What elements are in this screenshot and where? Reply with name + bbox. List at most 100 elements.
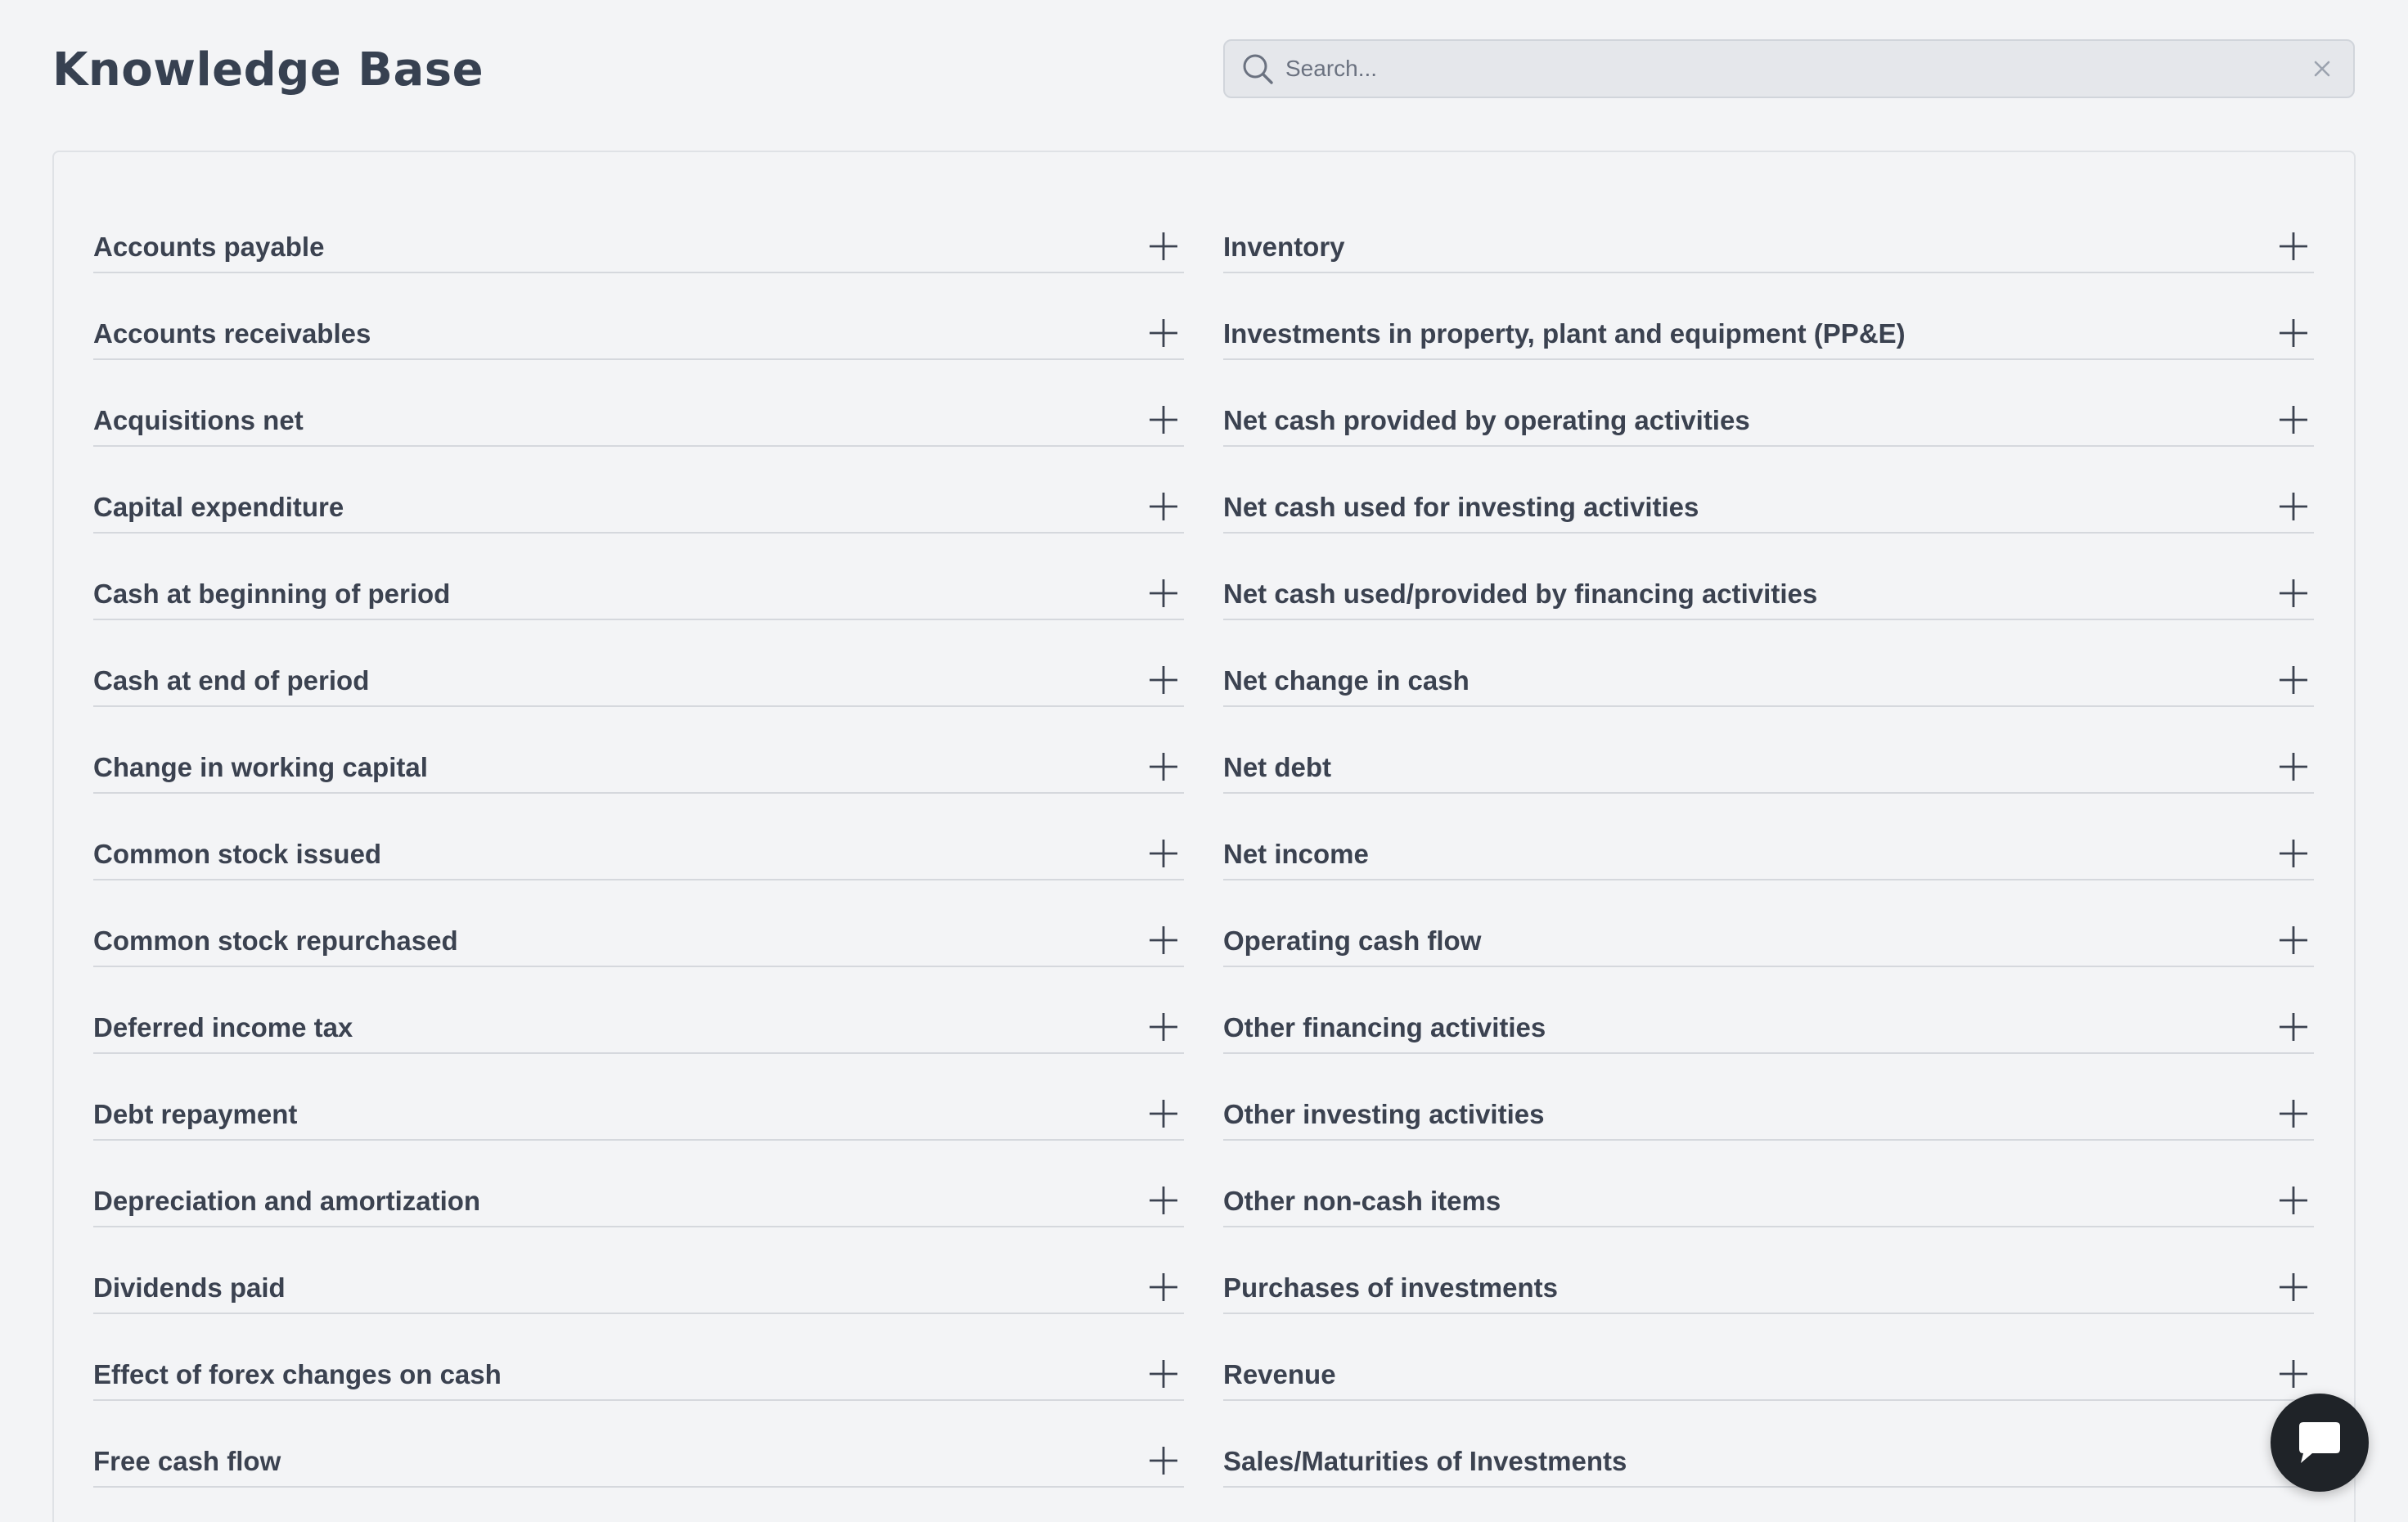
accordion-item-label: Common stock issued: [93, 839, 382, 869]
accordion-item-label: Accounts payable: [93, 232, 325, 262]
accordion-item[interactable]: Net change in cash: [1223, 620, 2314, 707]
accordion-item-label: Debt repayment: [93, 1099, 298, 1129]
accordion-item-label: Net debt: [1223, 752, 1331, 782]
accordion-item-label: Cash at end of period: [93, 665, 370, 696]
plus-icon[interactable]: [2278, 491, 2309, 522]
accordion-item[interactable]: Revenue: [1223, 1314, 2314, 1401]
accordion-item-label: Other financing activities: [1223, 1012, 1546, 1042]
chat-bubble-icon: [2299, 1422, 2340, 1463]
accordion-item[interactable]: Acquisitions net: [93, 360, 1184, 447]
accordion-item-label: Investments in property, plant and equip…: [1223, 318, 1906, 349]
accordion-item[interactable]: Net income: [1223, 794, 2314, 880]
plus-icon[interactable]: [2278, 1011, 2309, 1042]
accordion-item[interactable]: Common stock issued: [93, 794, 1184, 880]
accordion-item[interactable]: Accounts payable: [93, 187, 1184, 273]
plus-icon[interactable]: [2278, 231, 2309, 262]
plus-icon[interactable]: [2278, 664, 2309, 696]
accordion-item[interactable]: Deferred income tax: [93, 967, 1184, 1054]
accordion-item[interactable]: Net debt: [1223, 707, 2314, 794]
accordion-item-label: Sales/Maturities of Investments: [1223, 1446, 1627, 1476]
close-icon[interactable]: [2311, 57, 2334, 80]
plus-icon[interactable]: [1148, 578, 1179, 609]
accordion-item-label: Net cash used for investing activities: [1223, 492, 1699, 522]
accordion-item-label: Dividends paid: [93, 1272, 286, 1303]
plus-icon[interactable]: [2278, 1358, 2309, 1389]
accordion-item[interactable]: Sales/Maturities of Investments: [1223, 1401, 2314, 1488]
plus-icon[interactable]: [2278, 1185, 2309, 1216]
plus-icon[interactable]: [2278, 925, 2309, 956]
accordion-item-label: Purchases of investments: [1223, 1272, 1558, 1303]
accordion-item[interactable]: Change in working capital: [93, 707, 1184, 794]
accordion-item[interactable]: Depreciation and amortization: [93, 1141, 1184, 1227]
accordion-item[interactable]: Cash at end of period: [93, 620, 1184, 707]
plus-icon[interactable]: [1148, 751, 1179, 782]
chat-button[interactable]: [2271, 1394, 2369, 1492]
accordion-item[interactable]: Accounts receivables: [93, 273, 1184, 360]
accordion-item-label: Free cash flow: [93, 1446, 281, 1476]
accordion-item-label: Net cash used/provided by financing acti…: [1223, 579, 1818, 609]
plus-icon[interactable]: [1148, 925, 1179, 956]
page-title: Knowledge Base: [52, 43, 484, 97]
accordion-item[interactable]: Other non-cash items: [1223, 1141, 2314, 1227]
knowledge-base-page: Knowledge Base Accounts payableAccounts …: [0, 0, 2408, 1522]
plus-icon[interactable]: [2278, 578, 2309, 609]
accordion-item-label: Capital expenditure: [93, 492, 344, 522]
plus-icon[interactable]: [2278, 1098, 2309, 1129]
right-column: Inventory Investments in property, plant …: [1223, 187, 2314, 1488]
search-icon: [1243, 54, 1273, 84]
accordion-item[interactable]: Net cash used for investing activities: [1223, 447, 2314, 534]
plus-icon[interactable]: [2278, 317, 2309, 349]
accordion-item-label: Revenue: [1223, 1359, 1336, 1389]
plus-icon[interactable]: [2278, 751, 2309, 782]
accordion-item-label: Deferred income tax: [93, 1012, 353, 1042]
accordion-item-label: Net change in cash: [1223, 665, 1470, 696]
plus-icon[interactable]: [2278, 838, 2309, 869]
plus-icon[interactable]: [1148, 1358, 1179, 1389]
plus-icon[interactable]: [1148, 1011, 1179, 1042]
search-input[interactable]: [1276, 41, 2311, 97]
accordion-item[interactable]: Common stock repurchased: [93, 880, 1184, 967]
plus-icon[interactable]: [1148, 231, 1179, 262]
accordion-item-label: Cash at beginning of period: [93, 579, 451, 609]
accordion-item-label: Other investing activities: [1223, 1099, 1545, 1129]
plus-icon[interactable]: [1148, 1272, 1179, 1303]
accordion-item-label: Depreciation and amortization: [93, 1186, 481, 1216]
left-column: Accounts payable Accounts receivables Acqu…: [93, 187, 1184, 1488]
accordion-item[interactable]: Dividends paid: [93, 1227, 1184, 1314]
accordion-item[interactable]: Inventory: [1223, 187, 2314, 273]
accordion-item-label: Inventory: [1223, 232, 1345, 262]
knowledge-base-list: Accounts payable Accounts receivables Acqu…: [52, 151, 2356, 1522]
accordion-item[interactable]: Net cash used/provided by financing acti…: [1223, 534, 2314, 620]
accordion-item[interactable]: Other investing activities: [1223, 1054, 2314, 1141]
plus-icon[interactable]: [1148, 664, 1179, 696]
plus-icon[interactable]: [1148, 1445, 1179, 1476]
accordion-item-label: Change in working capital: [93, 752, 428, 782]
plus-icon[interactable]: [2278, 404, 2309, 435]
plus-icon[interactable]: [1148, 1098, 1179, 1129]
plus-icon[interactable]: [1148, 838, 1179, 869]
accordion-item[interactable]: Investments in property, plant and equip…: [1223, 273, 2314, 360]
plus-icon[interactable]: [2278, 1272, 2309, 1303]
accordion-item-label: Other non-cash items: [1223, 1186, 1501, 1216]
plus-icon[interactable]: [1148, 317, 1179, 349]
accordion-item[interactable]: Capital expenditure: [93, 447, 1184, 534]
accordion-item[interactable]: Purchases of investments: [1223, 1227, 2314, 1314]
plus-icon[interactable]: [1148, 491, 1179, 522]
accordion-item-label: Accounts receivables: [93, 318, 371, 349]
accordion-item[interactable]: Net cash provided by operating activitie…: [1223, 360, 2314, 447]
accordion-item[interactable]: Operating cash flow: [1223, 880, 2314, 967]
plus-icon[interactable]: [1148, 1185, 1179, 1216]
accordion-item-label: Net cash provided by operating activitie…: [1223, 405, 1750, 435]
accordion-item[interactable]: Effect of forex changes on cash: [93, 1314, 1184, 1401]
accordion-item[interactable]: Free cash flow: [93, 1401, 1184, 1488]
accordion-item-label: Operating cash flow: [1223, 925, 1482, 956]
accordion-item-label: Effect of forex changes on cash: [93, 1359, 502, 1389]
accordion-item[interactable]: Debt repayment: [93, 1054, 1184, 1141]
accordion-item-label: Common stock repurchased: [93, 925, 458, 956]
accordion-item-label: Net income: [1223, 839, 1369, 869]
accordion-item-label: Acquisitions net: [93, 405, 304, 435]
accordion-item[interactable]: Cash at beginning of period: [93, 534, 1184, 620]
search-bar[interactable]: [1223, 39, 2355, 98]
plus-icon[interactable]: [1148, 404, 1179, 435]
accordion-item[interactable]: Other financing activities: [1223, 967, 2314, 1054]
